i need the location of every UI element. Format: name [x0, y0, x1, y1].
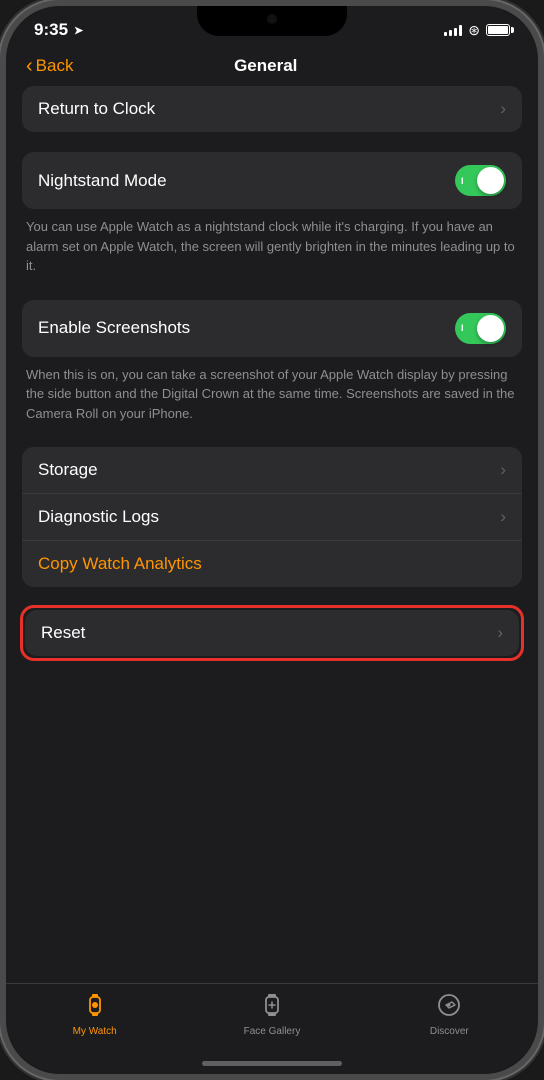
return-to-clock-label: Return to Clock — [38, 99, 155, 119]
copy-watch-analytics-label: Copy Watch Analytics — [38, 554, 202, 573]
diagnostic-logs-label: Diagnostic Logs — [38, 507, 159, 527]
notch — [197, 6, 347, 36]
my-watch-tab-label: My Watch — [73, 1026, 117, 1037]
discover-tab-label: Discover — [430, 1026, 469, 1037]
screenshots-group: Enable Screenshots I — [22, 300, 522, 357]
nightstand-label: Nightstand Mode — [38, 171, 167, 191]
nightstand-group: Nightstand Mode I — [22, 152, 522, 209]
nightstand-section: Nightstand Mode I You can use Apple Watc… — [22, 152, 522, 280]
my-watch-icon — [82, 992, 108, 1023]
signal-bar-2 — [449, 30, 452, 36]
home-indicator — [202, 1061, 342, 1066]
signal-bar-3 — [454, 28, 457, 36]
wifi-icon: ⊛ — [468, 22, 480, 39]
nav-title: General — [73, 56, 458, 76]
return-to-clock-section: Return to Clock › — [22, 86, 522, 132]
signal-bar-1 — [444, 32, 447, 36]
back-label: Back — [36, 56, 74, 76]
screenshots-cell[interactable]: Enable Screenshots I — [22, 300, 522, 357]
screenshots-label: Enable Screenshots — [38, 318, 190, 338]
toggle-knob-screenshots — [477, 315, 504, 342]
reset-label: Reset — [41, 623, 85, 643]
copy-watch-analytics-cell[interactable]: Copy Watch Analytics — [22, 541, 522, 587]
signal-bar-4 — [459, 25, 462, 36]
back-chevron-icon: ‹ — [26, 56, 33, 76]
toggle-label-nightstand: I — [461, 176, 464, 186]
screenshots-toggle[interactable]: I — [455, 313, 506, 344]
battery-fill — [488, 26, 508, 34]
phone-frame: 9:35 ➤ ⊛ ‹ Back Gene — [0, 0, 544, 1080]
nightstand-cell[interactable]: Nightstand Mode I — [22, 152, 522, 209]
nightstand-description: You can use Apple Watch as a nightstand … — [22, 209, 522, 280]
nav-bar: ‹ Back General — [6, 48, 538, 86]
toggle-knob-nightstand — [477, 167, 504, 194]
storage-section: Storage › Diagnostic Logs › Copy Watch A… — [22, 447, 522, 587]
screenshots-description: When this is on, you can take a screensh… — [22, 357, 522, 428]
signal-bars — [444, 24, 462, 36]
back-button[interactable]: ‹ Back — [26, 56, 73, 76]
face-gallery-tab-label: Face Gallery — [244, 1026, 301, 1037]
phone-screen: 9:35 ➤ ⊛ ‹ Back Gene — [6, 6, 538, 1074]
return-to-clock-cell[interactable]: Return to Clock › — [22, 86, 522, 132]
storage-cell[interactable]: Storage › — [22, 447, 522, 494]
face-gallery-icon — [259, 992, 285, 1023]
nightstand-toggle[interactable]: I — [455, 165, 506, 196]
reset-section: Reset › — [22, 607, 522, 659]
storage-label: Storage — [38, 460, 98, 480]
reset-chevron: › — [497, 623, 503, 643]
screenshots-section: Enable Screenshots I When this is on, yo… — [22, 300, 522, 428]
tab-face-gallery[interactable]: Face Gallery — [183, 992, 360, 1037]
toggle-label-screenshots: I — [461, 323, 464, 333]
location-icon: ➤ — [74, 24, 83, 37]
return-to-clock-chevron: › — [500, 99, 506, 119]
content-scroll[interactable]: Return to Clock › Nightstand Mode I — [6, 86, 538, 983]
return-to-clock-group: Return to Clock › — [22, 86, 522, 132]
tab-bar: My Watch Face Gallery — [6, 983, 538, 1057]
diagnostic-logs-cell[interactable]: Diagnostic Logs › — [22, 494, 522, 541]
diagnostic-chevron: › — [500, 507, 506, 527]
tab-discover[interactable]: Discover — [361, 992, 538, 1037]
reset-cell-wrapper: Reset › — [22, 607, 522, 659]
discover-icon — [436, 992, 462, 1023]
status-icons: ⊛ — [444, 22, 510, 39]
status-time: 9:35 ➤ — [34, 20, 83, 40]
storage-group: Storage › Diagnostic Logs › Copy Watch A… — [22, 447, 522, 587]
reset-cell[interactable]: Reset › — [25, 610, 519, 656]
tab-my-watch[interactable]: My Watch — [6, 992, 183, 1037]
camera-dot — [267, 14, 277, 24]
battery-icon — [486, 24, 510, 36]
storage-chevron: › — [500, 460, 506, 480]
